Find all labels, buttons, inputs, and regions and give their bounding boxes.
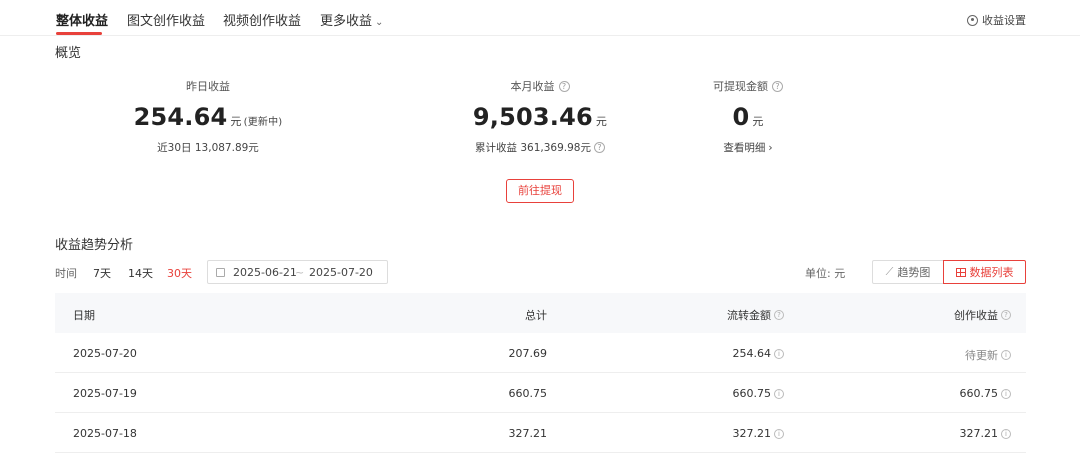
withdrawable-amount: 0	[732, 103, 750, 131]
data-list-button[interactable]: 数据列表	[943, 260, 1026, 284]
calendar-icon	[216, 268, 225, 277]
tab-article-earnings[interactable]: 图文创作收益	[127, 10, 205, 29]
trend-analysis-title: 收益趋势分析	[55, 238, 134, 253]
row-flow: 327.21 i	[732, 427, 784, 440]
table-row: 2025-07-18 327.21 327.21 i 327.21 i	[55, 413, 1026, 453]
header-total: 总计	[525, 309, 547, 322]
row-total: 660.75	[508, 387, 548, 400]
help-icon[interactable]: ?	[774, 310, 784, 320]
help-icon[interactable]: ?	[593, 142, 605, 153]
help-icon[interactable]: ?	[558, 80, 570, 92]
date-end[interactable]: 2025-07-20	[309, 266, 373, 279]
month-label: 本月收益?	[450, 78, 630, 94]
data-list-label: 数据列表	[969, 266, 1014, 279]
month-earnings-card: 本月收益? 9,503.46 元 累计收益 361,369.98元?	[450, 78, 630, 155]
row-create: 待更新 i	[965, 347, 1011, 363]
info-icon[interactable]: i	[774, 388, 784, 399]
time-label: 时间	[55, 267, 77, 280]
tab-more-label: 更多收益	[320, 14, 373, 29]
date-range-picker[interactable]: 2025-06-21 ~ 2025-07-20	[207, 260, 388, 284]
yesterday-label-text: 昨日收益	[186, 80, 230, 93]
row-flow-value: 254.64	[732, 347, 772, 360]
unit-label: 单位: 元	[805, 267, 846, 280]
yesterday-amount: 254.64	[133, 103, 228, 131]
go-withdraw-button[interactable]: 前往提现	[506, 179, 574, 203]
tab-more-earnings[interactable]: 更多收益 ⌄	[320, 10, 383, 29]
row-flow-value: 660.75	[732, 387, 772, 400]
header-create: 创作收益?	[954, 307, 1011, 323]
yesterday-value: 254.64 元 (更新中)	[118, 103, 298, 131]
info-icon[interactable]: i	[774, 348, 784, 359]
table-row: 2025-07-19 660.75 660.75 i 660.75 i	[55, 373, 1026, 413]
row-create-value: 660.75	[959, 387, 999, 400]
row-flow: 660.75 i	[732, 387, 784, 400]
date-start[interactable]: 2025-06-21	[233, 266, 297, 279]
info-icon[interactable]: i	[1001, 388, 1011, 399]
top-tab-bar: 整体收益 图文创作收益 视频创作收益 更多收益 ⌄ 收益设置	[0, 0, 1080, 36]
view-details-text: 查看明细	[723, 142, 766, 154]
row-date: 2025-07-18	[73, 427, 137, 440]
yesterday-unit: 元	[230, 115, 242, 128]
row-create-value: 327.21	[959, 427, 999, 440]
range-7-days[interactable]: 7天	[93, 265, 111, 281]
chevron-right-icon: ›	[768, 141, 773, 154]
date-separator: ~	[295, 266, 305, 279]
trend-chart-button[interactable]: ⟋ 趋势图	[872, 260, 944, 284]
header-create-label: 创作收益	[954, 309, 998, 322]
yesterday-label: 昨日收益	[118, 78, 298, 94]
row-create: 327.21 i	[959, 427, 1011, 440]
help-icon[interactable]: ?	[1001, 310, 1011, 320]
help-icon[interactable]: ?	[772, 80, 783, 92]
month-amount: 9,503.46	[472, 103, 593, 131]
range-30-days[interactable]: 30天	[167, 265, 192, 281]
updating-note: (更新中)	[243, 117, 283, 128]
withdrawable-label: 可提现金额?	[668, 78, 828, 94]
table-header: 日期 总计 流转金额? 创作收益?	[55, 293, 1026, 333]
filter-row: 时间 7天 14天 30天 2025-06-21 ~ 2025-07-20 单位…	[55, 260, 1026, 284]
tab-video-earnings[interactable]: 视频创作收益	[223, 10, 301, 29]
header-date: 日期	[73, 309, 95, 322]
withdrawable-label-text: 可提现金额	[713, 80, 768, 93]
gear-icon	[967, 14, 978, 26]
row-date: 2025-07-20	[73, 347, 137, 360]
trend-chart-icon: ⟋	[885, 265, 894, 278]
month-value: 9,503.46 元	[450, 103, 630, 131]
withdrawable-card: 可提现金额? 0元 查看明细 ›	[668, 78, 828, 155]
chevron-down-icon: ⌄	[375, 17, 384, 28]
cumulative-earnings: 累计收益 361,369.98元?	[450, 140, 630, 155]
header-flow-label: 流转金额	[727, 309, 771, 322]
row-create-value: 待更新	[965, 349, 998, 362]
active-tab-indicator	[56, 32, 102, 35]
month-unit: 元	[595, 115, 608, 128]
earnings-settings-button[interactable]: 收益设置	[967, 12, 1026, 28]
withdrawable-unit: 元	[752, 115, 764, 128]
row-create: 660.75 i	[959, 387, 1011, 400]
yesterday-earnings-card: 昨日收益 254.64 元 (更新中) 近30日 13,087.89元	[118, 78, 298, 155]
overview-title: 概览	[55, 46, 82, 61]
settings-label: 收益设置	[982, 14, 1026, 27]
row-total: 207.69	[508, 347, 548, 360]
row-date: 2025-07-19	[73, 387, 137, 400]
range-14-days[interactable]: 14天	[128, 265, 153, 281]
last-30-days: 近30日 13,087.89元	[157, 142, 259, 154]
row-flow-value: 327.21	[732, 427, 772, 440]
info-icon[interactable]: i	[1001, 428, 1011, 439]
trend-chart-label: 趋势图	[897, 266, 931, 279]
row-flow: 254.64 i	[732, 347, 784, 360]
month-label-text: 本月收益	[510, 80, 555, 93]
row-total: 327.21	[508, 427, 548, 440]
info-icon[interactable]: i	[1001, 350, 1011, 360]
table-row: 2025-07-20 207.69 254.64 i 待更新 i	[55, 333, 1026, 373]
earnings-table: 日期 总计 流转金额? 创作收益? 2025-07-20 207.69 254.…	[55, 293, 1026, 453]
view-details-link[interactable]: 查看明细 ›	[668, 140, 828, 155]
table-grid-icon	[955, 267, 966, 277]
info-icon[interactable]: i	[774, 428, 784, 439]
header-flow: 流转金额?	[727, 307, 784, 323]
cumulative-text: 累计收益 361,369.98元	[475, 142, 591, 154]
withdrawable-value: 0元	[668, 103, 828, 131]
tab-overall-earnings[interactable]: 整体收益	[56, 10, 108, 29]
